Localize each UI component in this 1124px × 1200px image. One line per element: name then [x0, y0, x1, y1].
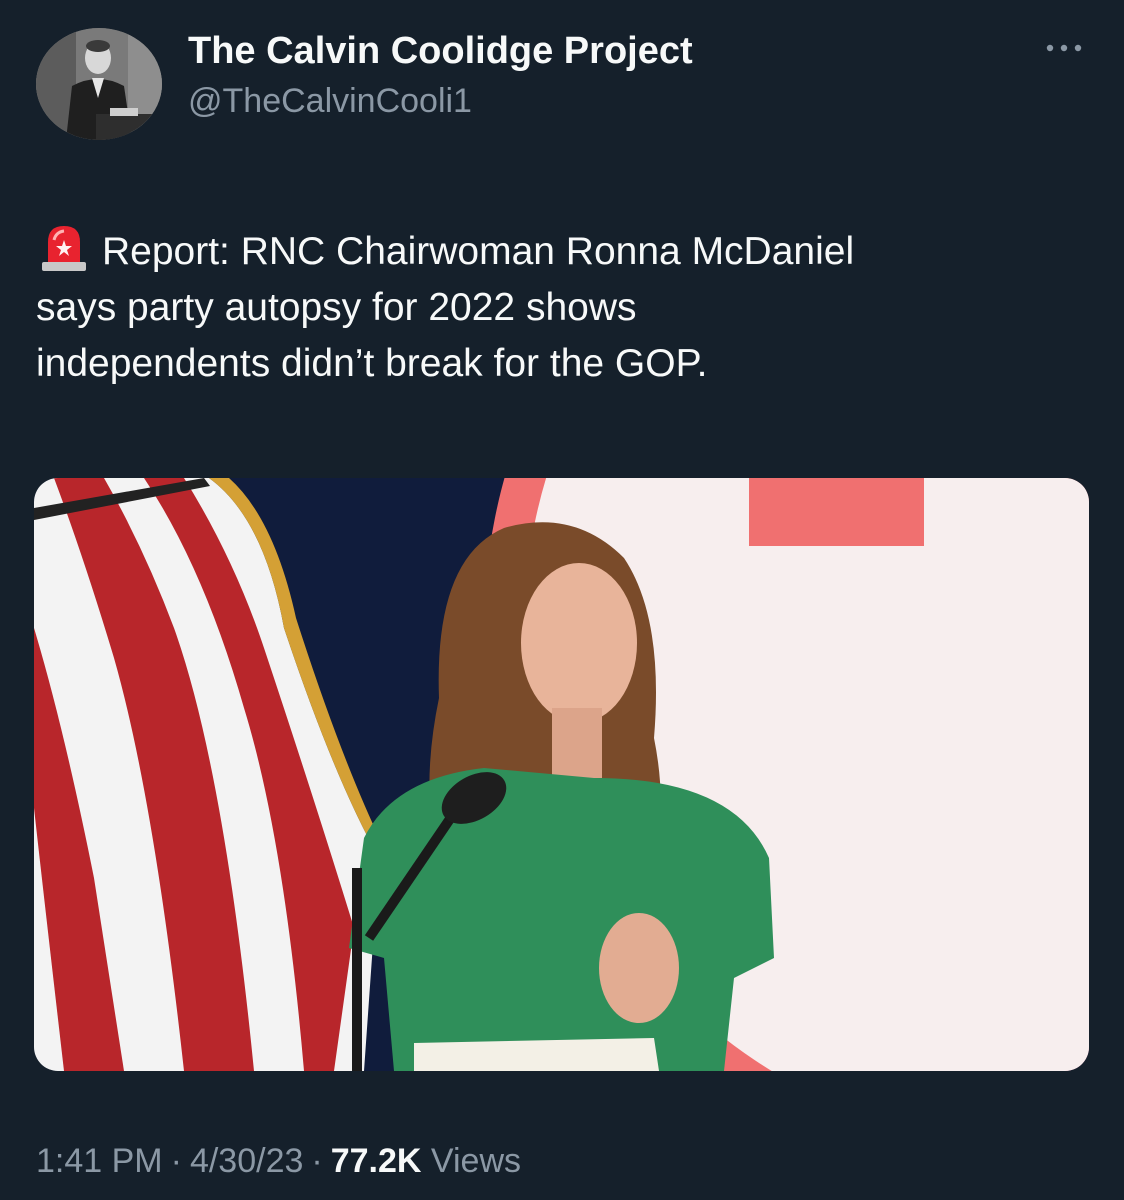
tweet-text-line: Report: RNC Chairwoman Ronna McDaniel [36, 222, 1086, 280]
tweet-text-line-3: independents didn’t break for the GOP. [36, 342, 708, 385]
tweet-text: Report: RNC Chairwoman Ronna McDaniel sa… [36, 222, 1086, 392]
tweet-text-line-1: Report: RNC Chairwoman Ronna McDaniel [102, 230, 855, 273]
tweet-date[interactable]: 4/30/23 [190, 1142, 303, 1180]
views-count[interactable]: 77.2K [331, 1142, 422, 1180]
meta-separator: · [311, 1142, 323, 1180]
more-options-icon[interactable] [1042, 36, 1086, 60]
tweet: The Calvin Coolidge Project @TheCalvinCo… [0, 0, 1124, 1200]
author-avatar[interactable] [36, 28, 162, 140]
tweet-time[interactable]: 1:41 PM [36, 1142, 163, 1180]
meta-separator: · [170, 1142, 182, 1180]
views-label: Views [430, 1142, 522, 1180]
police-car-light-icon [42, 226, 86, 271]
author-display-name[interactable]: The Calvin Coolidge Project [188, 30, 693, 73]
author-handle[interactable]: @TheCalvinCooli1 [188, 82, 472, 121]
tweet-meta: 1:41 PM · 4/30/23 · 77.2K Views [36, 1142, 521, 1181]
tweet-media-photo[interactable] [34, 478, 1089, 1071]
tweet-text-line-2: says party autopsy for 2022 shows [36, 286, 637, 329]
